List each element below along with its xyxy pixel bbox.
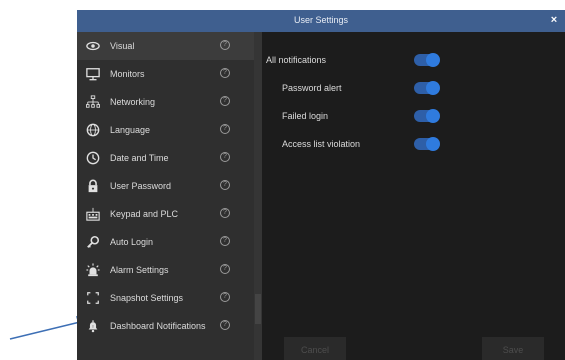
- access-list-violation-row: Access list violation: [266, 134, 556, 154]
- sidebar-item-date-and-time[interactable]: Date and Time ?: [77, 144, 254, 172]
- toggle-knob: [426, 53, 440, 67]
- failed-login-label: Failed login: [282, 111, 329, 121]
- close-icon[interactable]: ×: [547, 13, 561, 27]
- sidebar-item-label: Keypad and PLC: [110, 209, 179, 219]
- failed-login-toggle[interactable]: [414, 109, 440, 123]
- password-alert-label: Password alert: [282, 83, 342, 93]
- screenshot-stage: User Settings × Visual ? Monitors ? Netw…: [0, 0, 565, 360]
- sidebar-item-auto-login[interactable]: Auto Login ?: [77, 228, 254, 256]
- sidebar-item-visual[interactable]: Visual ?: [77, 32, 254, 60]
- globe-icon: [85, 122, 101, 138]
- all-notifications-row: All notifications: [266, 50, 556, 70]
- sidebar-item-label: Date and Time: [110, 153, 169, 163]
- toggle-knob: [426, 109, 440, 123]
- access-list-violation-label: Access list violation: [282, 139, 361, 149]
- monitor-icon: [85, 66, 101, 82]
- all-notifications-toggle[interactable]: [414, 53, 440, 67]
- sidebar-item-monitors[interactable]: Monitors ?: [77, 60, 254, 88]
- window-title: User Settings: [293, 15, 349, 25]
- snapshot-icon: [85, 290, 101, 306]
- toggle-knob: [426, 81, 440, 95]
- help-icon[interactable]: ?: [220, 68, 230, 78]
- svg-text:!: !: [92, 324, 93, 329]
- sidebar-item-keypad-and-plc[interactable]: Keypad and PLC ?: [77, 200, 254, 228]
- key-icon: [85, 234, 101, 250]
- bell-icon: !: [85, 318, 101, 334]
- sidebar-item-label: Visual: [110, 41, 135, 51]
- clock-icon: [85, 150, 101, 166]
- notifications-panel: All notifications Password alert Failed …: [262, 32, 565, 360]
- password-alert-toggle[interactable]: [414, 81, 440, 95]
- sidebar-item-snapshot-settings[interactable]: Snapshot Settings ?: [77, 284, 254, 312]
- sidebar-item-networking[interactable]: Networking ?: [77, 88, 254, 116]
- help-icon[interactable]: ?: [220, 180, 230, 190]
- help-icon[interactable]: ?: [220, 264, 230, 274]
- title-bar: User Settings ×: [77, 10, 565, 32]
- sidebar-item-alarm-settings[interactable]: Alarm Settings ?: [77, 256, 254, 284]
- sidebar-item-label: Monitors: [110, 69, 145, 79]
- sidebar-item-language[interactable]: Language ?: [77, 116, 254, 144]
- sidebar-item-label: Auto Login: [110, 237, 154, 247]
- all-notifications-label: All notifications: [266, 55, 327, 65]
- access-list-violation-toggle[interactable]: [414, 137, 440, 151]
- sidebar-item-dashboard-notifications[interactable]: ! Dashboard Notifications ?: [77, 312, 254, 340]
- sidebar-scrollbar[interactable]: [254, 32, 262, 360]
- toggle-knob: [426, 137, 440, 151]
- save-button[interactable]: Save: [482, 337, 544, 360]
- failed-login-row: Failed login: [266, 106, 556, 126]
- help-icon[interactable]: ?: [220, 40, 230, 50]
- help-icon[interactable]: ?: [220, 124, 230, 134]
- help-icon[interactable]: ?: [220, 96, 230, 106]
- scrollbar-thumb[interactable]: [255, 294, 261, 324]
- cancel-button[interactable]: Cancel: [284, 337, 346, 360]
- sidebar-item-label: User Password: [110, 181, 172, 191]
- password-alert-row: Password alert: [266, 78, 556, 98]
- help-icon[interactable]: ?: [220, 236, 230, 246]
- sidebar-item-label: Dashboard Notifications: [110, 321, 206, 331]
- help-icon[interactable]: ?: [220, 320, 230, 330]
- user-settings-window: User Settings × Visual ? Monitors ? Netw…: [77, 10, 565, 360]
- sidebar-item-label: Snapshot Settings: [110, 293, 184, 303]
- keypad-icon: [85, 206, 101, 222]
- settings-sidebar: Visual ? Monitors ? Networking ? Languag…: [77, 32, 254, 360]
- eye-icon: [85, 38, 101, 54]
- sidebar-item-user-password[interactable]: User Password ?: [77, 172, 254, 200]
- sidebar-item-label: Networking: [110, 97, 156, 107]
- alarm-icon: [85, 262, 101, 278]
- sidebar-item-label: Language: [110, 125, 151, 135]
- help-icon[interactable]: ?: [220, 152, 230, 162]
- lock-icon: [85, 178, 101, 194]
- help-icon[interactable]: ?: [220, 208, 230, 218]
- help-icon[interactable]: ?: [220, 292, 230, 302]
- sidebar-item-label: Alarm Settings: [110, 265, 169, 275]
- network-icon: [85, 94, 101, 110]
